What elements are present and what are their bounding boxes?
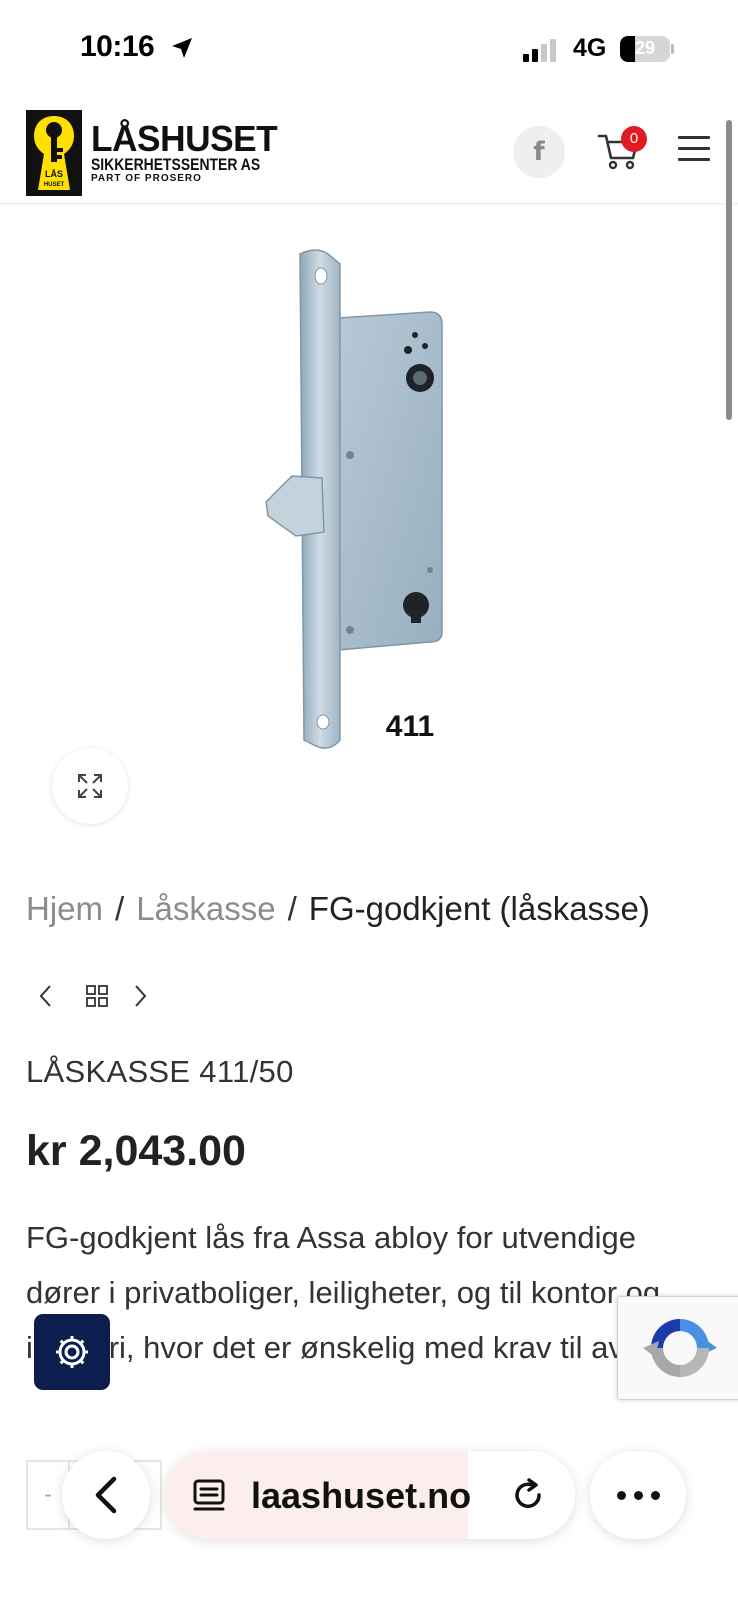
breadcrumb-current: FG-godkjent (låskasse) [308, 890, 650, 927]
product-title: LÅSKASSE 411/50 [26, 1054, 294, 1089]
status-bar: 10:16 4G 29 [0, 0, 738, 100]
recaptcha-icon [642, 1319, 717, 1377]
site-logo[interactable]: LÅS HUSET LÅSHUSET SIKKERHETSSENTER AS P… [26, 110, 297, 196]
hamburger-menu-icon[interactable] [678, 136, 710, 164]
battery-icon: 29 [620, 36, 670, 62]
logo-name: LÅSHUSET [91, 117, 278, 159]
more-dot [633, 1490, 643, 1500]
browser-back-button[interactable] [62, 1451, 150, 1539]
site-header: LÅS HUSET LÅSHUSET SIKKERHETSSENTER AS P… [0, 100, 738, 204]
reload-icon[interactable] [510, 1477, 546, 1513]
zoom-image-button[interactable] [52, 748, 128, 824]
next-product-icon[interactable] [130, 982, 150, 1010]
svg-text:HUSET: HUSET [44, 182, 65, 188]
product-image-label: 411 [386, 710, 434, 743]
url-text: laashuset.no [251, 1475, 472, 1516]
breadcrumb-separator: / [115, 890, 125, 927]
logo-key-icon: LÅS HUSET [26, 110, 82, 196]
product-description: FG-godkjent lås fra Assa abloy for utven… [26, 1220, 714, 1365]
status-time: 10:16 [80, 30, 155, 63]
product-price: kr 2,043.00 [26, 1127, 246, 1175]
svg-text:LÅS: LÅS [45, 169, 63, 179]
logo-key-mark: LÅS HUSET [26, 110, 82, 196]
chevron-left-icon [95, 1476, 117, 1514]
battery-tip [671, 44, 674, 54]
more-dot [650, 1490, 660, 1500]
location-arrow-icon [172, 38, 192, 58]
cart-count-badge: 0 [621, 126, 647, 152]
network-type: 4G [573, 34, 607, 62]
breadcrumb-link-laskasse[interactable]: Låskasse [136, 890, 275, 927]
facebook-icon[interactable]: f [513, 126, 565, 178]
page-menu-icon[interactable] [191, 1477, 227, 1513]
previous-product-icon[interactable] [36, 982, 56, 1010]
browser-address-bar[interactable]: laashuset.no [165, 1451, 575, 1539]
battery-level: 29 [634, 38, 656, 58]
gear-icon [56, 1336, 88, 1368]
cookie-settings-button[interactable] [34, 1314, 110, 1390]
logo-tagline: PART OF PROSERO [91, 172, 202, 184]
scrollbar[interactable] [726, 120, 732, 420]
more-dot [616, 1490, 626, 1500]
cellular-signal-icon [523, 38, 556, 62]
expand-icon [78, 774, 102, 798]
logo-subtitle: SIKKERHETSSENTER AS [91, 154, 261, 174]
recaptcha-badge[interactable] [617, 1296, 738, 1400]
logo-text: LÅSHUSET SIKKERHETSSENTER AS PART OF PRO… [91, 117, 297, 185]
product-image[interactable]: 411 [230, 240, 510, 770]
breadcrumb-link-home[interactable]: Hjem [26, 890, 103, 927]
more-options-button[interactable] [590, 1451, 686, 1539]
product-navigation [36, 982, 150, 1010]
back-to-products-grid-icon[interactable] [86, 985, 108, 1007]
breadcrumb: Hjem / Låskasse / FG-godkjent (låskasse) [26, 890, 650, 928]
breadcrumb-separator: / [287, 890, 297, 927]
